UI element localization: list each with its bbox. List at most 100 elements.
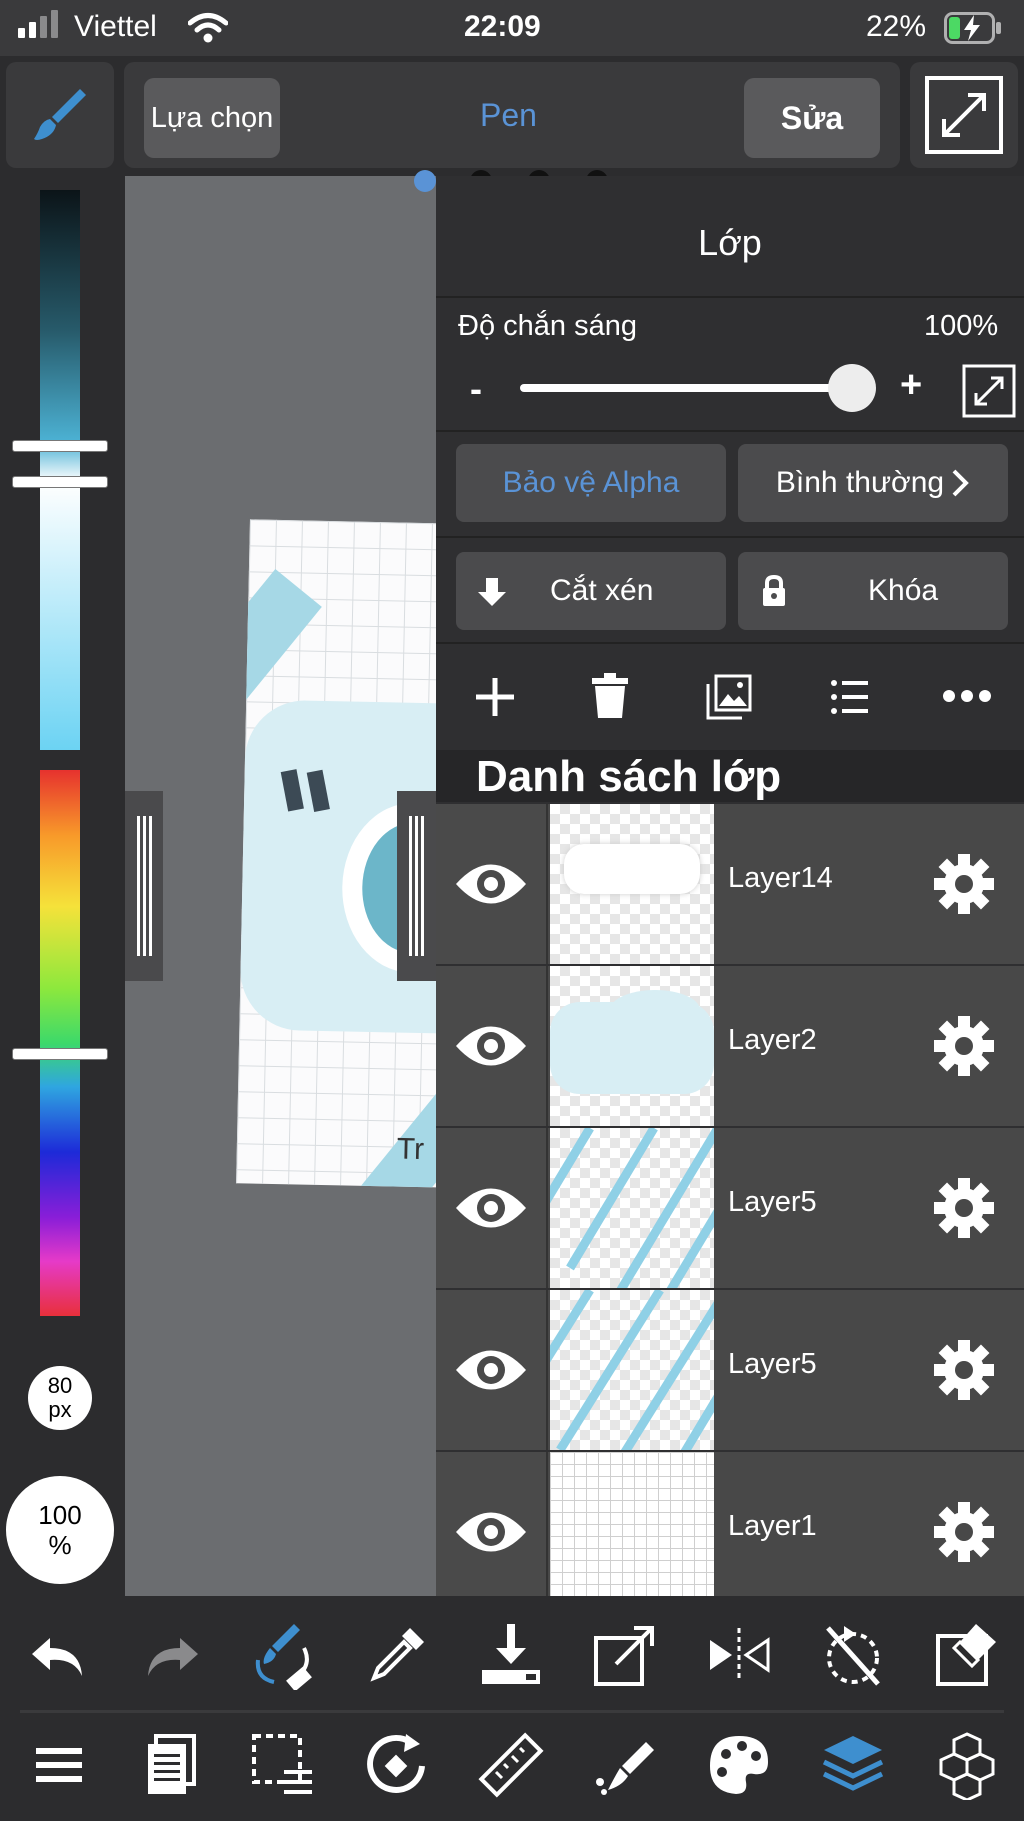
gear-icon[interactable]: [924, 1006, 1004, 1086]
top-toolbar: Lựa chọn Pen Sửa: [0, 56, 1024, 176]
brightness-slider[interactable]: [40, 190, 80, 750]
clip-arrow-icon: [478, 578, 506, 606]
tool-selector-bar: Lựa chọn Pen Sửa: [124, 62, 900, 168]
bottom-toolbar: [0, 1596, 1024, 1821]
layer-thumbnail: [550, 966, 714, 1126]
clock: 22:09: [464, 10, 541, 43]
brightness-handle-bottom[interactable]: [12, 476, 108, 488]
layer-name: Layer5: [728, 1186, 817, 1218]
layer-name: Layer1: [728, 1510, 817, 1542]
edit-button[interactable]: Sửa: [744, 78, 880, 158]
selection-icon[interactable]: [248, 1730, 318, 1800]
eye-icon: [456, 1188, 526, 1228]
layer-thumbnail: [550, 804, 714, 964]
opacity-expand-icon[interactable]: [962, 364, 1016, 418]
hue-slider[interactable]: [40, 770, 80, 1316]
gear-icon[interactable]: [924, 1330, 1004, 1410]
download-icon[interactable]: [476, 1620, 546, 1690]
blend-mode-button[interactable]: Bình thường: [738, 444, 1008, 522]
brush-opacity-unit: %: [48, 1530, 72, 1560]
visibility-toggle[interactable]: [436, 1290, 548, 1450]
menu-icon[interactable]: [24, 1730, 94, 1800]
brush-eraser-toggle-icon[interactable]: [248, 1620, 318, 1690]
lock-button[interactable]: Khóa: [738, 552, 1008, 630]
layer-row[interactable]: Layer14: [436, 802, 1024, 964]
fullscreen-button[interactable]: [910, 62, 1018, 168]
opacity-increase-button[interactable]: +: [900, 364, 922, 407]
erase-layer-icon[interactable]: [932, 1620, 1002, 1690]
visibility-toggle[interactable]: [436, 1452, 548, 1612]
rotate-canvas-icon[interactable]: [362, 1730, 432, 1800]
layer-list-header: Danh sách lớp: [436, 750, 1024, 802]
eyedropper-icon[interactable]: [362, 1620, 432, 1690]
current-tool-label[interactable]: Pen: [480, 97, 537, 134]
hue-handle[interactable]: [12, 1048, 108, 1060]
gear-icon[interactable]: [924, 1492, 1004, 1572]
more-options-icon[interactable]: [942, 688, 992, 704]
visibility-toggle[interactable]: [436, 1128, 548, 1288]
drawing-canvas[interactable]: Tr: [125, 176, 510, 1596]
brightness-handle-top[interactable]: [12, 440, 108, 452]
artwork-text: Tr: [396, 1132, 425, 1167]
alpha-protect-button[interactable]: Bảo vệ Alpha: [456, 444, 726, 522]
layer-panel: Lớp Độ chắn sáng 100% - + Bảo vệ Alpha B…: [436, 176, 1024, 1612]
transform-icon[interactable]: [590, 1620, 660, 1690]
clip-button[interactable]: Cắt xén: [456, 552, 726, 630]
brush-opacity-indicator[interactable]: 100 %: [6, 1476, 114, 1584]
opacity-label: Độ chắn sáng: [458, 310, 637, 342]
layer-row[interactable]: Layer2: [436, 964, 1024, 1126]
brush-tool-button[interactable]: [6, 62, 114, 168]
brush-size-indicator[interactable]: 80 px: [28, 1366, 92, 1430]
expand-icon: [925, 76, 1003, 154]
flip-horizontal-icon[interactable]: [704, 1620, 774, 1690]
layer-thumbnail: [550, 1128, 714, 1288]
color-sidebar: 80 px 100 %: [0, 176, 125, 1596]
eye-icon: [456, 864, 526, 904]
layer-row[interactable]: Layer1: [436, 1450, 1024, 1612]
lock-icon: [763, 574, 785, 606]
opacity-value: 100%: [924, 310, 999, 342]
layer-row[interactable]: Layer5: [436, 1126, 1024, 1288]
color-palette-icon[interactable]: [704, 1730, 774, 1800]
battery-charging-icon: [944, 12, 1001, 44]
gear-icon[interactable]: [924, 1168, 1004, 1248]
layer-row[interactable]: Layer5: [436, 1288, 1024, 1450]
layer-list-icon[interactable]: [830, 678, 870, 716]
delete-layer-icon[interactable]: [590, 672, 630, 720]
undo-icon[interactable]: [24, 1620, 94, 1690]
signal-icon: [18, 0, 68, 56]
layer-thumbnail: [550, 1290, 714, 1450]
canvas-left-handle[interactable]: [125, 791, 163, 981]
carrier-name: Viettel: [74, 10, 157, 43]
layer-name: Layer14: [728, 862, 833, 894]
ruler-icon[interactable]: [476, 1730, 546, 1800]
battery-percent: 22%: [866, 10, 927, 43]
layer-image-icon[interactable]: [706, 674, 752, 720]
gear-icon[interactable]: [924, 844, 1004, 924]
visibility-toggle[interactable]: [436, 804, 548, 964]
add-layer-icon[interactable]: [472, 674, 518, 720]
visibility-toggle[interactable]: [436, 966, 548, 1126]
clip-label: Cắt xén: [550, 574, 654, 607]
layer-name: Layer5: [728, 1348, 817, 1380]
opacity-slider-track[interactable]: [520, 384, 852, 392]
redo-icon[interactable]: [136, 1620, 206, 1690]
rotate-reset-icon[interactable]: [818, 1620, 888, 1690]
wifi-icon: [188, 13, 228, 43]
status-bar: Viettel 22:09 22%: [0, 0, 1024, 56]
panel-title: Lớp: [698, 222, 762, 263]
brush-size-value: 80: [47, 1373, 73, 1398]
blend-mode-label: Bình thường: [775, 466, 945, 499]
canvas-right-handle[interactable]: [397, 791, 436, 981]
layers-icon[interactable]: [818, 1730, 888, 1800]
lock-label: Khóa: [868, 574, 939, 607]
select-button[interactable]: Lựa chọn: [144, 78, 280, 158]
layer-list-heading: Danh sách lớp: [476, 752, 782, 801]
materials-icon[interactable]: [932, 1730, 1002, 1800]
pages-icon[interactable]: [136, 1730, 206, 1800]
eye-icon: [456, 1350, 526, 1390]
brush-size-unit: px: [48, 1397, 72, 1422]
opacity-decrease-button[interactable]: -: [470, 368, 482, 410]
fill-tool-icon[interactable]: [590, 1730, 660, 1800]
opacity-slider-thumb[interactable]: [828, 364, 876, 412]
